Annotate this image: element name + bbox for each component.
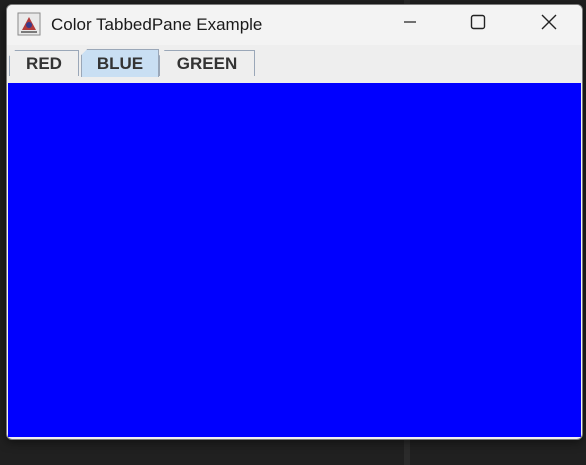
- blue-content-panel: [8, 83, 581, 437]
- tab-green[interactable]: GREEN: [159, 50, 255, 76]
- maximize-button[interactable]: [455, 5, 501, 43]
- title-bar[interactable]: Color TabbedPane Example: [7, 5, 582, 45]
- window-title: Color TabbedPane Example: [51, 15, 263, 34]
- tab-label: BLUE: [96, 53, 144, 73]
- tab-red[interactable]: RED: [9, 50, 79, 76]
- close-icon: [541, 14, 557, 35]
- close-button[interactable]: [526, 5, 572, 43]
- minimize-icon: [403, 15, 417, 34]
- tab-strip: RED GREEN BLUE: [7, 45, 582, 83]
- app-window: Color TabbedPane Example RED GREEN BLUE: [6, 4, 583, 440]
- tab-label: RED: [26, 53, 62, 73]
- minimize-button[interactable]: [387, 5, 433, 43]
- tab-label: GREEN: [176, 53, 238, 73]
- maximize-icon: [470, 14, 486, 35]
- tab-blue[interactable]: BLUE: [81, 49, 159, 77]
- java-app-icon: [17, 12, 41, 36]
